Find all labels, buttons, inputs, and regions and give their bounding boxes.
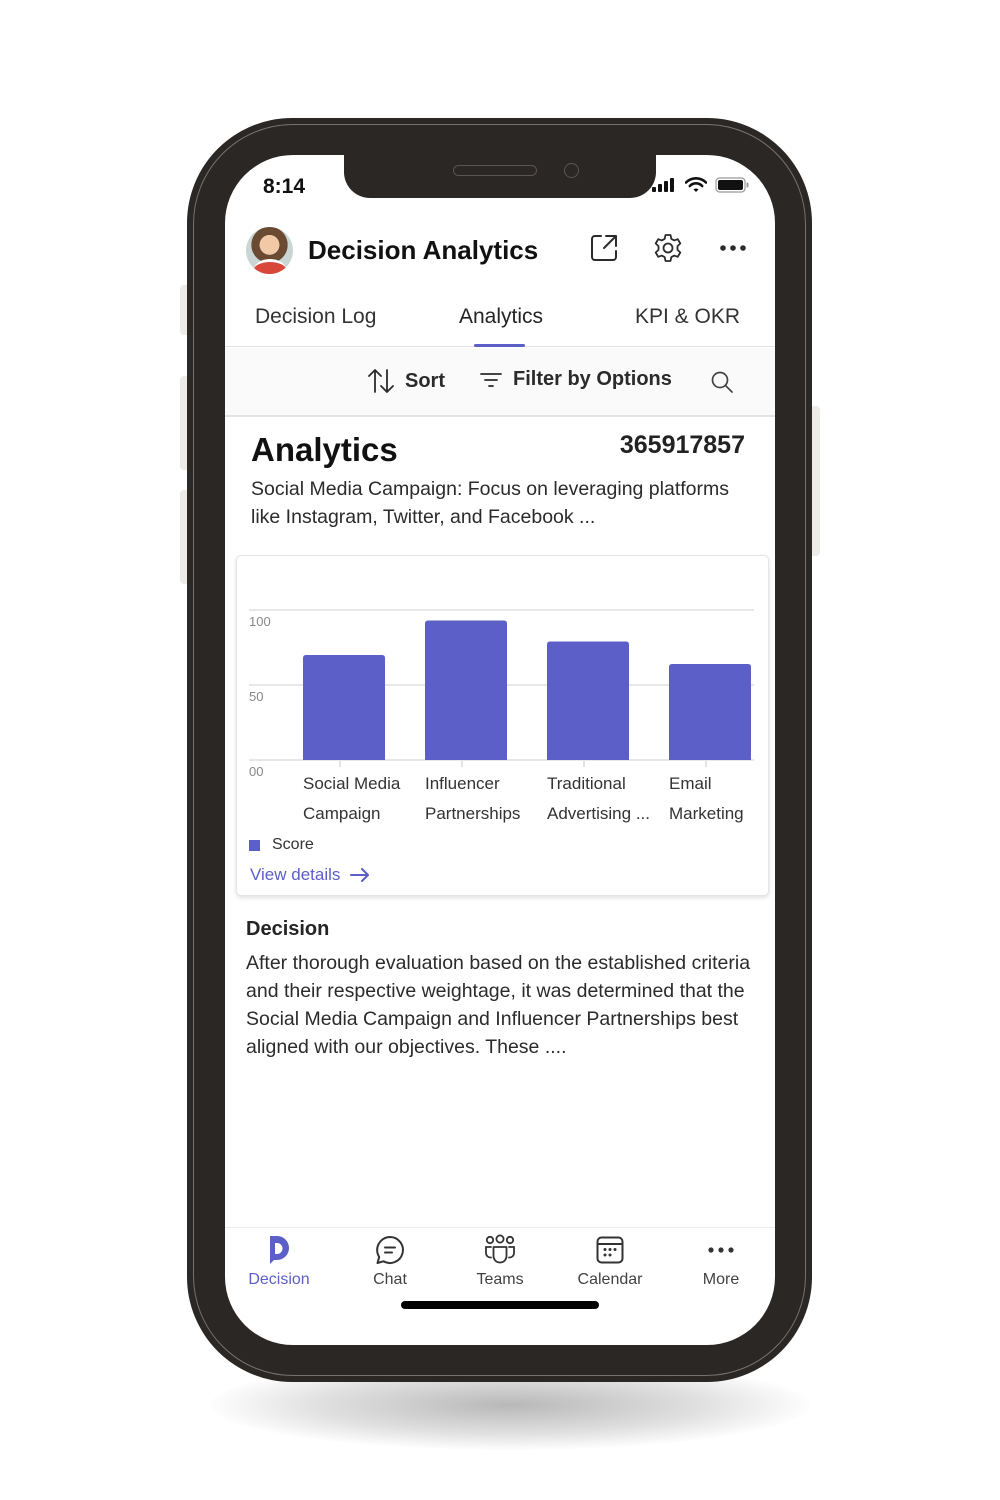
app-header: Decision Analytics (225, 225, 775, 277)
home-indicator (401, 1301, 599, 1309)
nav-label-calendar: Calendar (577, 1271, 643, 1288)
battery-icon (715, 177, 749, 193)
app-title: Decision Analytics (308, 235, 539, 265)
speaker (453, 165, 537, 176)
calendar-icon (596, 1236, 624, 1264)
decision-logo-icon (270, 1236, 289, 1264)
search-icon (711, 371, 733, 393)
bottom-nav: Decision Chat Teams Calendar More (225, 1227, 775, 1309)
chart-legend: Score (249, 836, 314, 854)
nav-item-decision[interactable]: Decision (229, 1234, 329, 1289)
y-tick-label: 100 (249, 614, 271, 629)
tab-kpi-okr[interactable]: KPI & OKR (635, 305, 740, 329)
nav-label-more: More (702, 1271, 740, 1288)
nav-label-chat: Chat (373, 1271, 407, 1288)
tab-decision-log[interactable]: Decision Log (255, 305, 376, 329)
tab-bar: Decision Log Analytics KPI & OKR (225, 295, 775, 347)
nav-label-decision: Decision (248, 1271, 310, 1288)
more-horizontal-icon (708, 1247, 734, 1253)
decision-text: After thorough evaluation based on the e… (246, 952, 751, 1058)
view-details-link[interactable]: View details (250, 865, 370, 885)
arrow-right-icon (350, 868, 370, 882)
section-title: Analytics (251, 431, 398, 468)
record-id: 365917857 (619, 431, 745, 459)
status-time: 8:14 (263, 175, 306, 198)
user-avatar[interactable] (246, 227, 293, 274)
chat-icon (376, 1236, 404, 1264)
tab-analytics[interactable]: Analytics (459, 305, 543, 329)
open-external-icon[interactable] (587, 231, 621, 265)
more-horizontal-icon[interactable] (716, 231, 750, 265)
x-tick-label: Partnerships (425, 804, 520, 823)
status-icons (651, 177, 749, 193)
x-tick-label: Marketing (669, 804, 744, 823)
x-tick-label: Influencer (425, 774, 500, 793)
teams-icon (485, 1234, 515, 1264)
active-tab-indicator (474, 344, 525, 347)
search-button[interactable] (710, 370, 734, 394)
sort-button[interactable]: Sort (367, 368, 445, 394)
wifi-icon (685, 177, 707, 192)
filter-label: Filter by Options (513, 368, 672, 390)
y-tick-label: 50 (249, 689, 263, 704)
sort-icon (368, 369, 394, 393)
notch (344, 155, 656, 198)
summary-text: Social Media Campaign: Focus on leveragi… (251, 478, 729, 528)
x-tick-label: Advertising ... (547, 804, 650, 823)
x-tick-label: Traditional (547, 774, 626, 793)
nav-label-teams: Teams (476, 1271, 524, 1288)
x-tick-label: Social Media (303, 774, 401, 793)
signal-icon (652, 178, 674, 192)
y-tick-label: 00 (249, 764, 263, 779)
bar-chart: 100 50 00 Social Media Campaign Influencer Par… (249, 609, 754, 823)
decision-label: Decision (246, 918, 330, 940)
sort-label: Sort (405, 369, 445, 392)
nav-item-chat[interactable]: Chat (340, 1234, 440, 1289)
nav-item-calendar[interactable]: Calendar (560, 1234, 660, 1289)
view-details-label: View details (250, 865, 341, 884)
bar-0 (303, 655, 385, 760)
filter-button[interactable]: Filter by Options (479, 368, 672, 391)
phone-screen: 8:14 Decision Analytics Decision Log Ana… (225, 155, 775, 1345)
x-tick-label: Email (669, 774, 712, 793)
filter-icon (480, 372, 502, 387)
nav-item-more[interactable]: More (671, 1234, 771, 1289)
bar-2 (547, 641, 629, 760)
legend-label-score: Score (272, 836, 314, 853)
gear-icon[interactable] (651, 231, 685, 265)
bar-3 (669, 664, 751, 760)
bar-1 (425, 620, 507, 760)
phone-frame: 8:14 Decision Analytics Decision Log Ana… (187, 118, 812, 1382)
toolbar: Sort Filter by Options (225, 348, 775, 417)
nav-item-teams[interactable]: Teams (450, 1234, 550, 1289)
chart-card: 100 50 00 Social Media Campaign Influencer Par… (236, 555, 769, 896)
x-tick-label: Campaign (303, 804, 381, 823)
front-camera (564, 163, 579, 178)
legend-swatch-score (249, 839, 260, 851)
